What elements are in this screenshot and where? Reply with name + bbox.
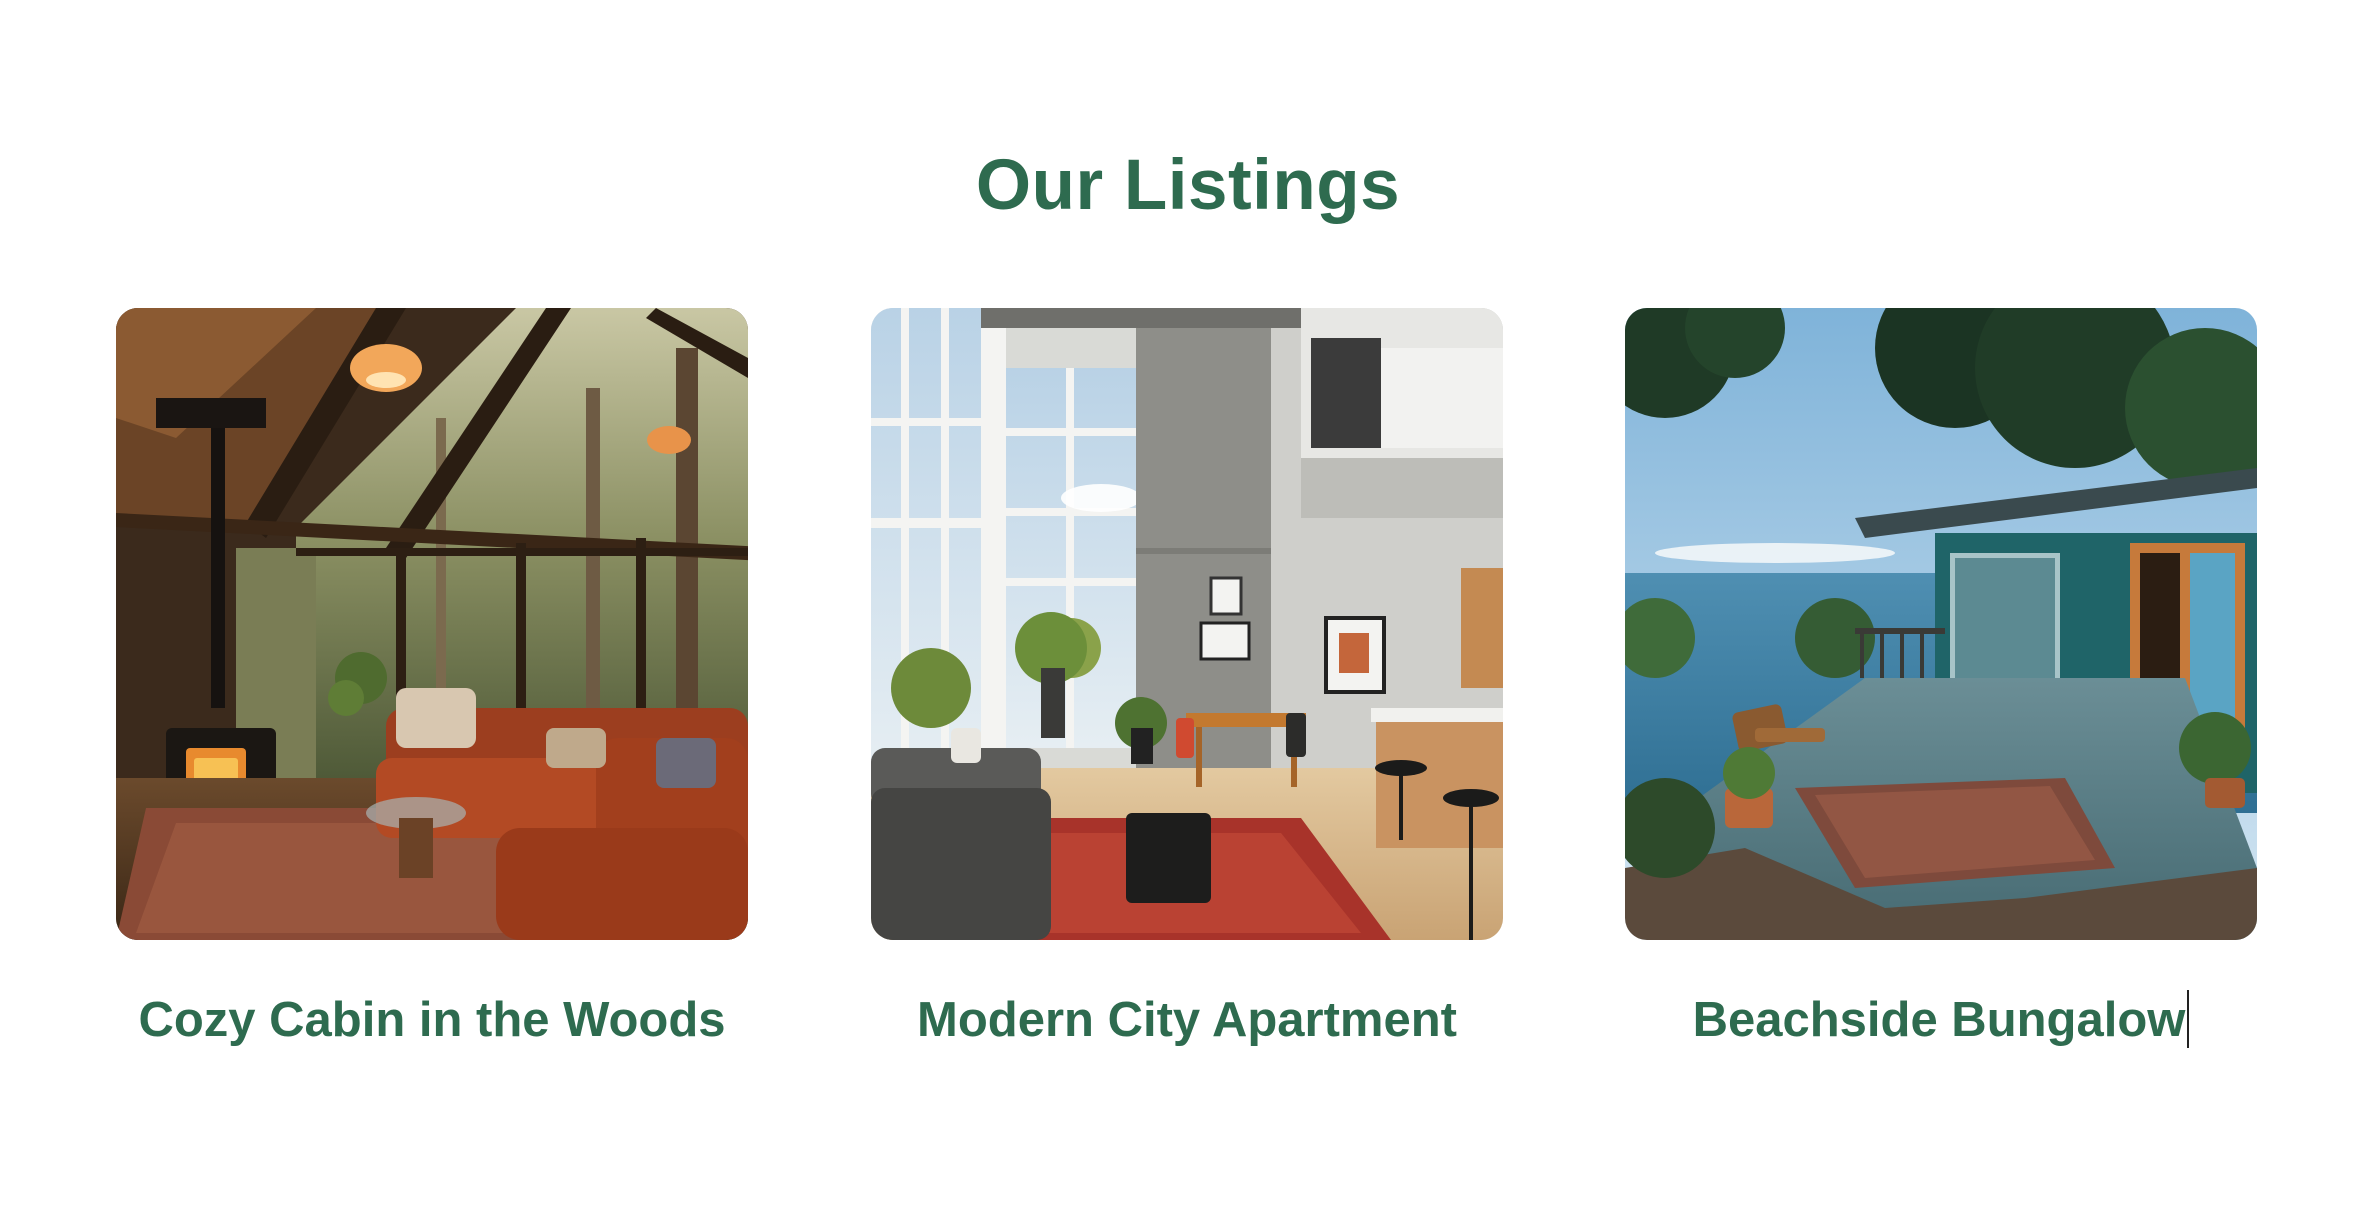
listing-title-apartment[interactable]: Modern City Apartment [811, 988, 1563, 1052]
listing-card-bungalow[interactable]: Beachside Bungalow [1625, 308, 2257, 1048]
listing-title-bungalow[interactable]: Beachside Bungalow [1565, 988, 2317, 1052]
listing-image-cabin[interactable] [116, 308, 748, 940]
listing-image-apartment[interactable] [871, 308, 1503, 940]
listing-title-cabin[interactable]: Cozy Cabin in the Woods [56, 988, 808, 1052]
listing-card-apartment[interactable]: Modern City Apartment [871, 308, 1503, 1047]
listings-page: Our Listings Cozy Cabin in the Woods Mod… [0, 0, 2376, 1215]
listing-title-bungalow-text: Beachside Bungalow [1692, 993, 2186, 1047]
text-cursor [2187, 990, 2190, 1048]
section-title: Our Listings [975, 146, 1401, 225]
listing-card-cabin[interactable]: Cozy Cabin in the Woods [116, 308, 748, 1047]
listing-image-bungalow[interactable] [1625, 308, 2257, 940]
